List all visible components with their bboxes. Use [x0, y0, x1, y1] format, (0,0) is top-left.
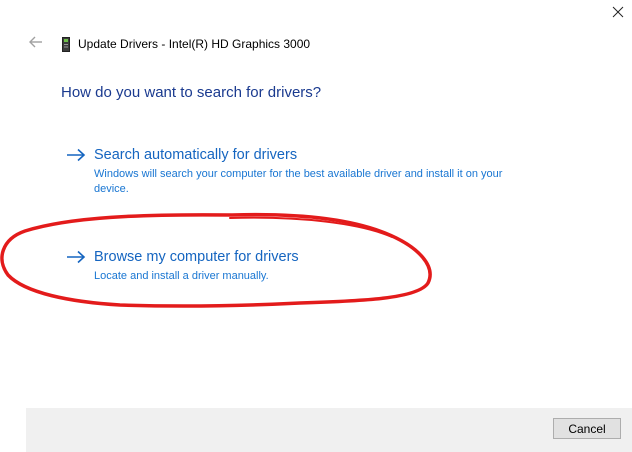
- display-adapter-icon: [61, 36, 71, 52]
- browse-computer-option[interactable]: Browse my computer for drivers Locate an…: [66, 247, 524, 284]
- option-title: Search automatically for drivers: [94, 147, 298, 163]
- dialog-footer: Cancel: [26, 408, 632, 452]
- arrow-right-icon: [66, 249, 86, 265]
- search-automatically-option[interactable]: Search automatically for drivers Windows…: [66, 145, 524, 197]
- back-arrow-icon: [29, 35, 43, 53]
- page-heading: How do you want to search for drivers?: [61, 84, 322, 101]
- option-title: Browse my computer for drivers: [94, 249, 299, 265]
- option-description: Locate and install a driver manually.: [94, 270, 269, 282]
- cancel-button[interactable]: Cancel: [553, 418, 621, 439]
- option-description: Windows will search your computer for th…: [94, 168, 503, 195]
- wizard-header: Update Drivers - Intel(R) HD Graphics 30…: [26, 33, 310, 55]
- window-title: Update Drivers - Intel(R) HD Graphics 30…: [78, 37, 311, 51]
- update-drivers-dialog: Update Drivers - Intel(R) HD Graphics 30…: [0, 0, 632, 452]
- back-button[interactable]: [26, 34, 46, 54]
- close-button[interactable]: [606, 2, 630, 26]
- close-icon: [612, 5, 624, 23]
- arrow-right-icon: [66, 147, 86, 163]
